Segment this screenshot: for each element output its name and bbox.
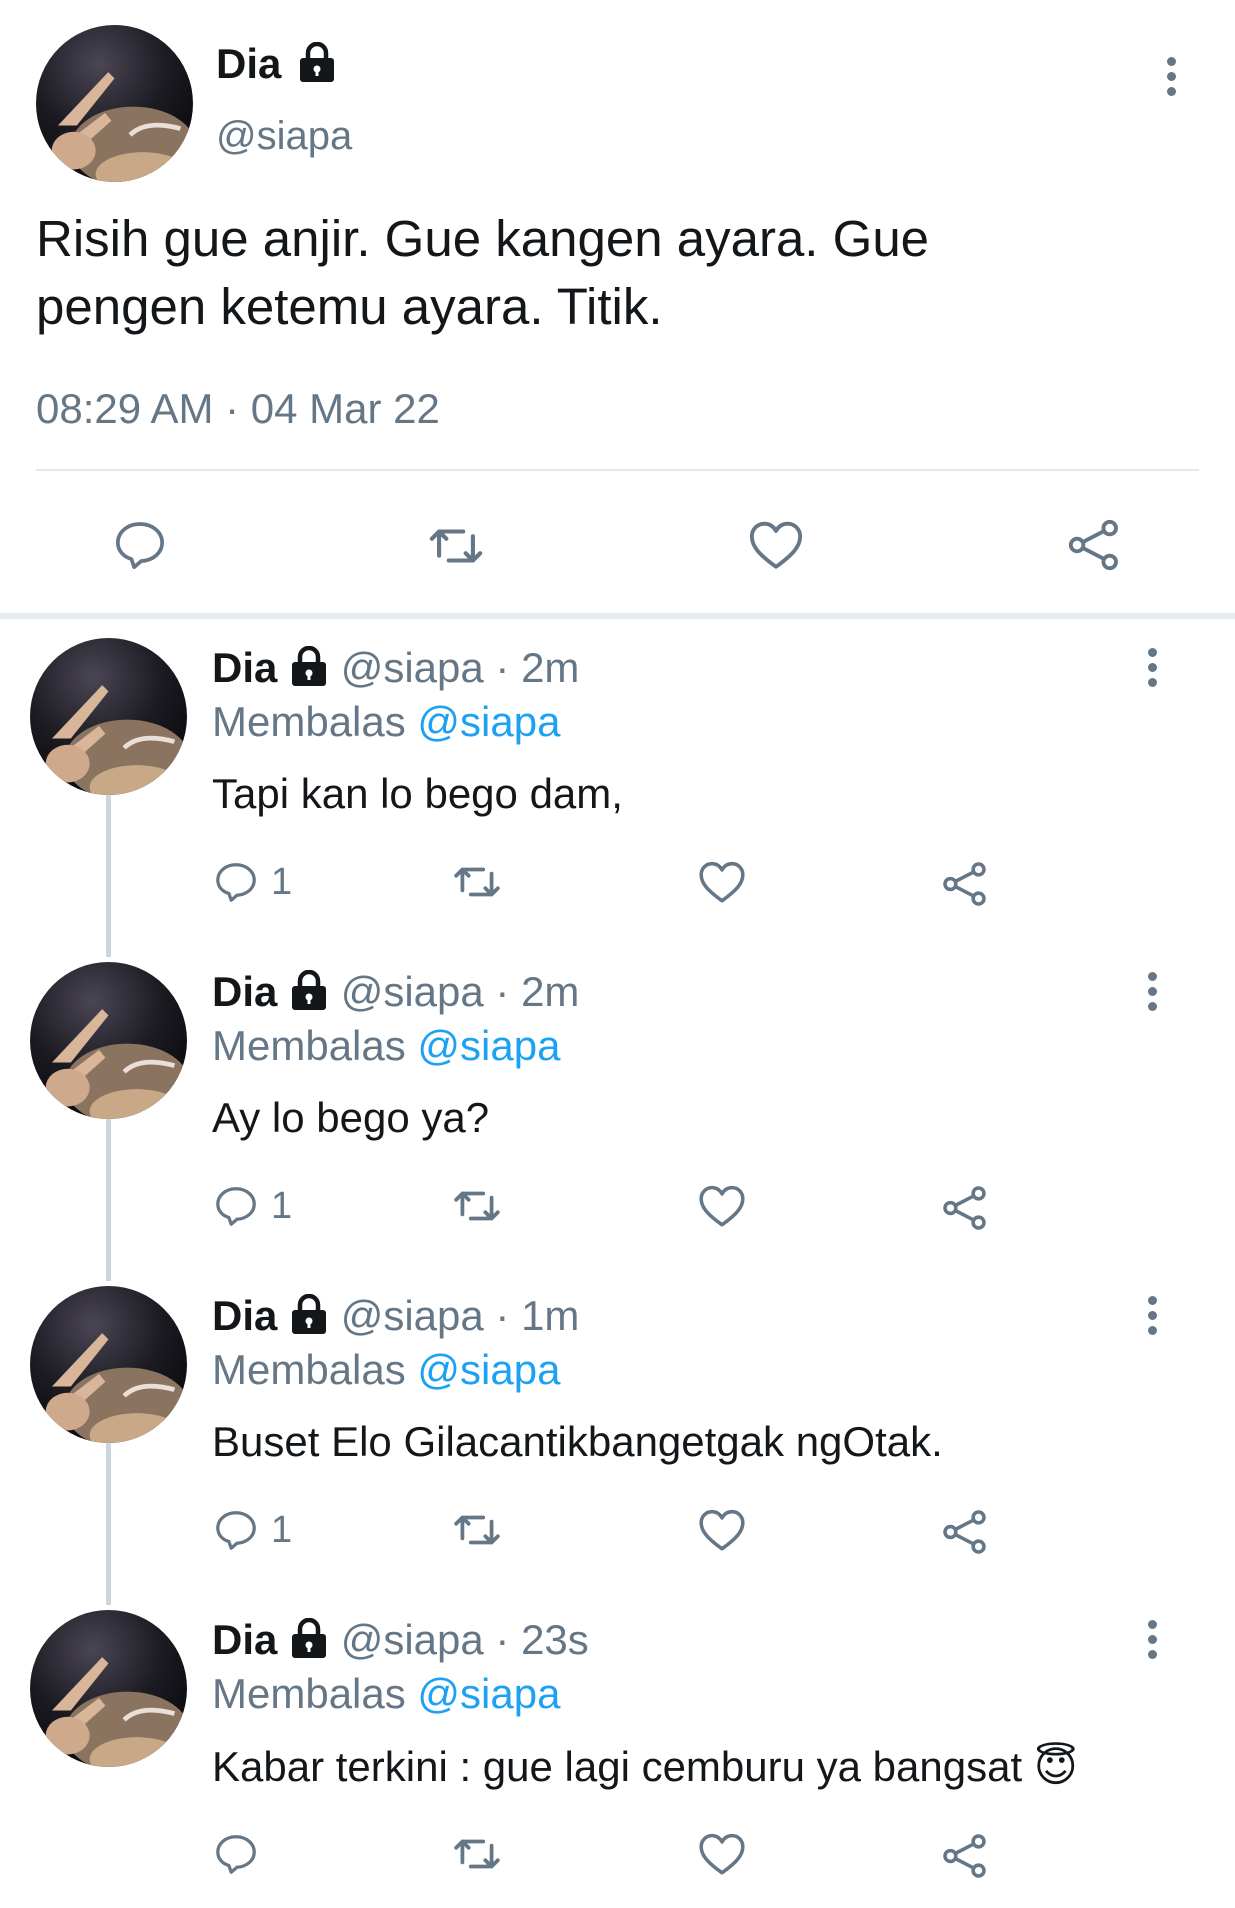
replying-to-handle[interactable]: @siapa bbox=[417, 1346, 560, 1393]
reply-count: 1 bbox=[271, 860, 293, 903]
replying-to: Membalas @siapa bbox=[212, 1022, 560, 1070]
thread-line bbox=[106, 1116, 111, 1281]
reply-icon[interactable]: 1 bbox=[213, 1507, 292, 1553]
replying-to-handle[interactable]: @siapa bbox=[417, 1670, 560, 1717]
share-icon[interactable] bbox=[940, 1183, 990, 1233]
avatar-photo bbox=[45, 1657, 187, 1767]
like-icon[interactable] bbox=[697, 859, 747, 905]
avatar[interactable] bbox=[30, 1286, 187, 1443]
reply-count: 1 bbox=[271, 1184, 293, 1227]
time: · 1m bbox=[495, 1292, 580, 1339]
reply-text: Ay lo bego ya? bbox=[212, 1094, 489, 1142]
divider bbox=[36, 469, 1199, 471]
reply-text: Kabar terkini : gue lagi cemburu ya bang… bbox=[212, 1742, 1078, 1791]
replying-to: Membalas @siapa bbox=[212, 698, 560, 746]
replying-prefix: Membalas bbox=[212, 1670, 406, 1717]
replying-to-handle[interactable]: @siapa bbox=[417, 698, 560, 745]
tweet-text: Risih gue anjir. Gue kangen ayara. Gue p… bbox=[36, 210, 930, 335]
reply-text-content: Buset Elo Gilacantikbangetgak ngOtak. bbox=[212, 1418, 943, 1465]
lock-icon bbox=[292, 969, 327, 1010]
handle[interactable]: @siapa bbox=[341, 644, 484, 691]
replying-prefix: Membalas bbox=[212, 1346, 406, 1393]
time: · 23s bbox=[495, 1616, 589, 1663]
display-name[interactable]: Dia bbox=[212, 968, 277, 1015]
like-icon[interactable] bbox=[697, 1507, 747, 1553]
display-name[interactable]: Dia bbox=[212, 1292, 277, 1339]
replying-to-handle[interactable]: @siapa bbox=[417, 1022, 560, 1069]
lock-icon bbox=[292, 645, 327, 686]
time: · 2m bbox=[495, 968, 580, 1015]
lock-icon bbox=[292, 1293, 327, 1334]
reply-header: Dia @siapa · 2m bbox=[212, 644, 579, 692]
thread-line bbox=[106, 1440, 111, 1605]
reply-icon[interactable] bbox=[213, 1831, 271, 1877]
section-separator bbox=[0, 613, 1235, 619]
lock-icon bbox=[292, 1617, 327, 1658]
retweet-icon[interactable] bbox=[427, 519, 485, 573]
handle[interactable]: @siapa bbox=[216, 114, 352, 159]
more-options-icon[interactable] bbox=[1148, 1296, 1158, 1341]
more-options-icon[interactable] bbox=[1148, 1620, 1158, 1665]
handle[interactable]: @siapa bbox=[341, 1292, 484, 1339]
reply-icon[interactable] bbox=[112, 517, 168, 573]
replying-prefix: Membalas bbox=[212, 698, 406, 745]
display-name[interactable]: Dia bbox=[212, 1616, 277, 1663]
replying-to: Membalas @siapa bbox=[212, 1346, 560, 1394]
reply-icon[interactable]: 1 bbox=[213, 1183, 292, 1229]
timestamp[interactable]: 08:29 AM · 04 Mar 22 bbox=[36, 385, 440, 433]
like-icon[interactable] bbox=[697, 1831, 747, 1877]
retweet-icon[interactable] bbox=[452, 859, 502, 905]
retweet-icon[interactable] bbox=[452, 1507, 502, 1553]
more-options-icon[interactable] bbox=[1148, 648, 1158, 693]
reply-header: Dia @siapa · 2m bbox=[212, 968, 579, 1016]
reply-count: 1 bbox=[271, 1508, 293, 1551]
retweet-icon[interactable] bbox=[452, 1183, 502, 1229]
avatar-photo bbox=[51, 72, 193, 182]
avatar[interactable] bbox=[30, 1610, 187, 1767]
replying-to: Membalas @siapa bbox=[212, 1670, 560, 1718]
reply-text-content: Tapi kan lo bego dam, bbox=[212, 770, 623, 817]
avatar[interactable] bbox=[30, 962, 187, 1119]
reply-text: Tapi kan lo bego dam, bbox=[212, 770, 623, 818]
reply-header: Dia @siapa · 1m bbox=[212, 1292, 579, 1340]
retweet-icon[interactable] bbox=[452, 1831, 502, 1877]
more-options-icon[interactable] bbox=[1167, 57, 1177, 102]
share-icon[interactable] bbox=[1065, 516, 1123, 574]
lock-icon bbox=[300, 41, 335, 82]
reply-text-content: Ay lo bego ya? bbox=[212, 1094, 490, 1141]
more-options-icon[interactable] bbox=[1148, 972, 1158, 1017]
replying-prefix: Membalas bbox=[212, 1022, 406, 1069]
angel-emoji: 😇 bbox=[1033, 1743, 1078, 1790]
reply-header: Dia @siapa · 23s bbox=[212, 1616, 589, 1664]
share-icon[interactable] bbox=[940, 1831, 990, 1881]
avatar-photo bbox=[45, 685, 187, 795]
handle[interactable]: @siapa bbox=[341, 968, 484, 1015]
display-name[interactable]: Dia bbox=[212, 644, 277, 691]
avatar-photo bbox=[45, 1333, 187, 1443]
avatar[interactable] bbox=[36, 25, 193, 182]
thread-line bbox=[106, 792, 111, 957]
like-icon[interactable] bbox=[697, 1183, 747, 1229]
handle[interactable]: @siapa bbox=[341, 1616, 484, 1663]
share-icon[interactable] bbox=[940, 859, 990, 909]
time: · 2m bbox=[495, 644, 580, 691]
avatar[interactable] bbox=[30, 638, 187, 795]
like-icon[interactable] bbox=[747, 518, 805, 572]
share-icon[interactable] bbox=[940, 1507, 990, 1557]
avatar-photo bbox=[45, 1009, 187, 1119]
reply-text-content: Kabar terkini : gue lagi cemburu ya bang… bbox=[212, 1743, 1023, 1790]
display-name[interactable]: Dia bbox=[216, 40, 337, 88]
reply-icon[interactable]: 1 bbox=[213, 859, 292, 905]
reply-text: Buset Elo Gilacantikbangetgak ngOtak. bbox=[212, 1418, 943, 1466]
